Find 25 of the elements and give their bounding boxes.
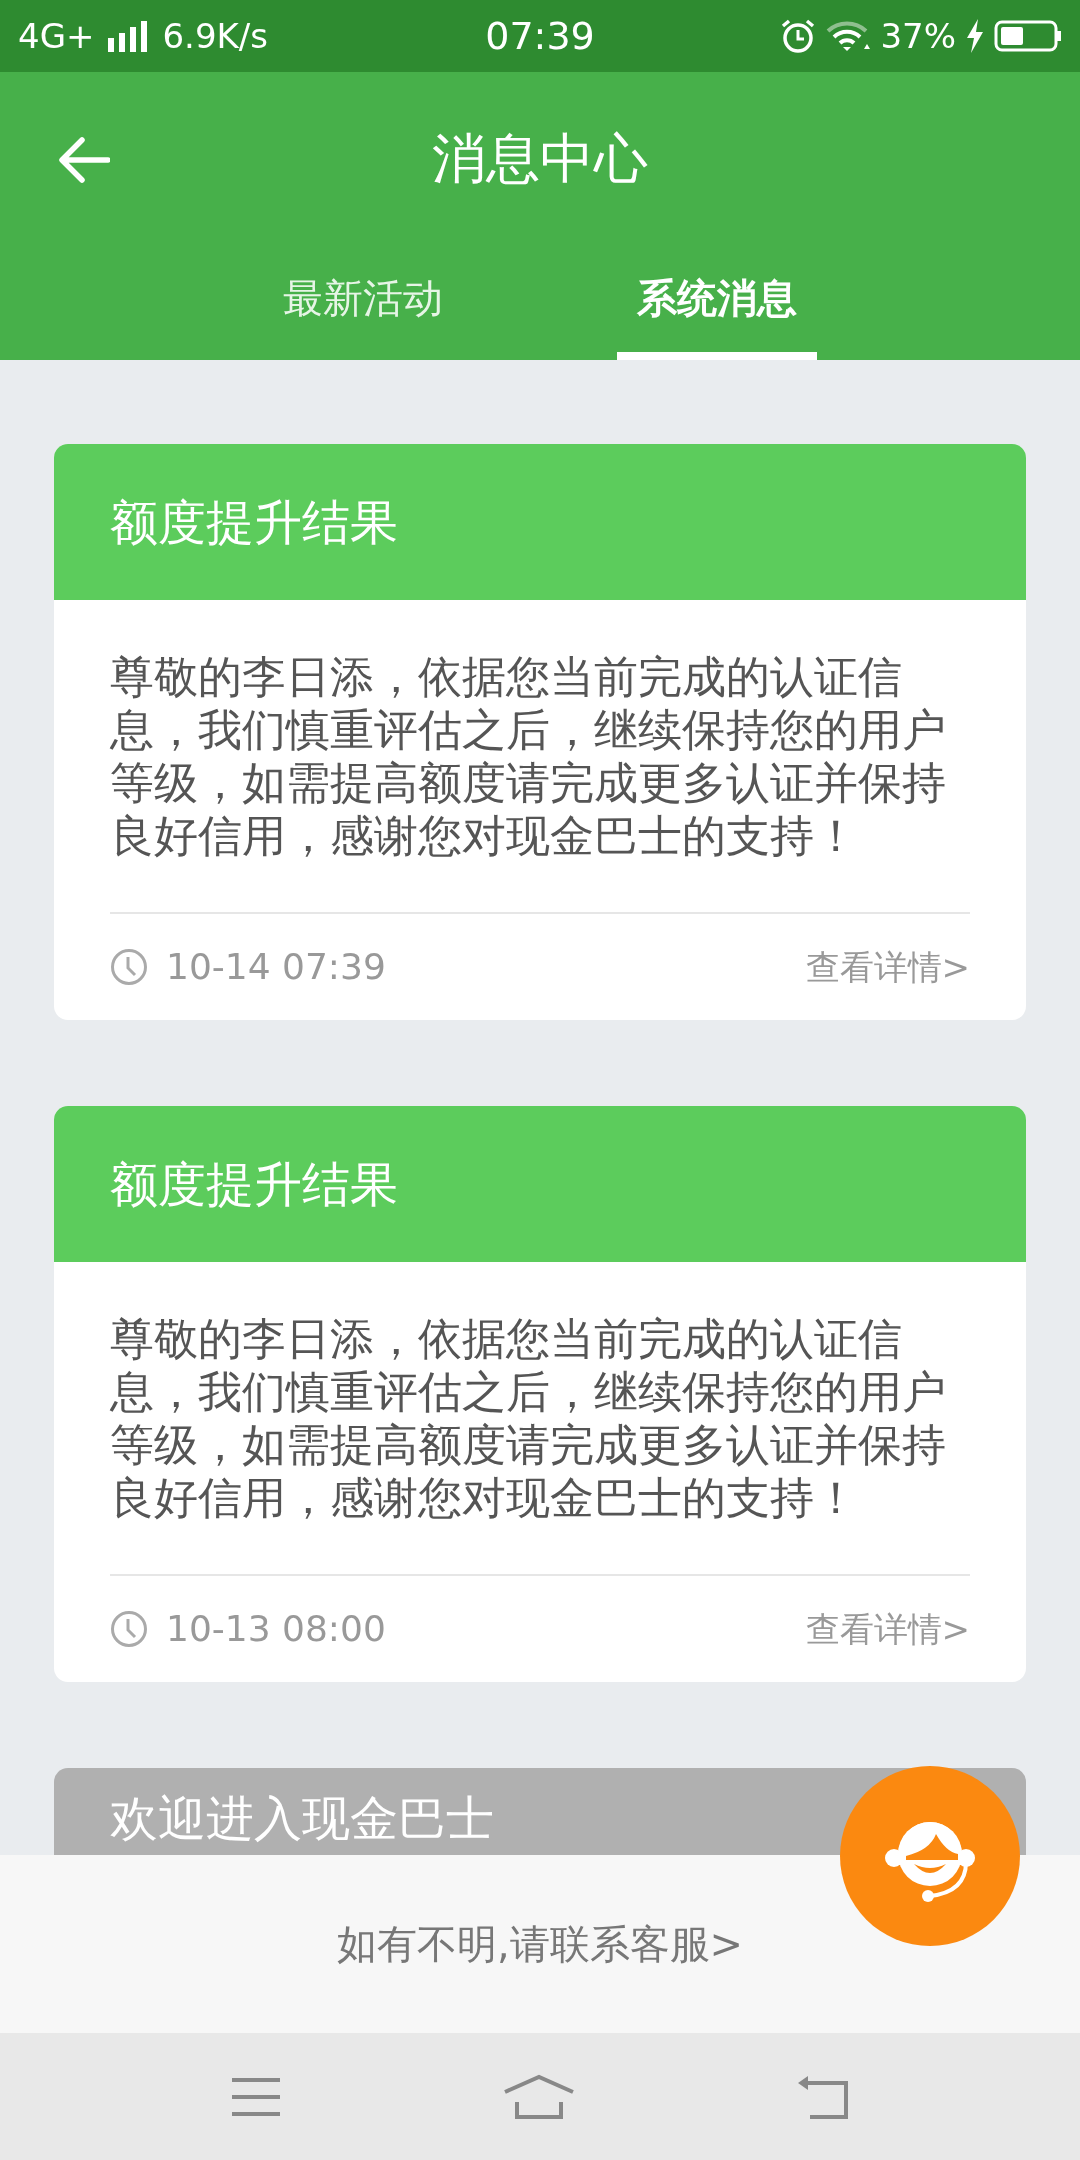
contact-support-link[interactable]: 如有不明,请联系客服> [336,1914,744,1974]
message-time: 10-13 08:00 [166,1607,386,1651]
home-icon[interactable] [503,2073,575,2120]
charging-icon [966,19,984,53]
message-text: 尊敬的李日添，依据您当前完成的认证信息，我们慎重评估之后，继续保持您的用户等级，如需提高额度请完成更多认证并保持良好信用，感谢您对现金巴士的支持！ [109,1312,947,1525]
wifi-icon [826,19,871,53]
network-type: 4G+ [18,14,95,58]
menu-icon[interactable] [230,2076,283,2117]
view-details-link[interactable]: 查看详情> [805,941,970,993]
card-title: 额度提升结果 [110,493,398,552]
battery-percent: 37% [880,14,956,58]
card-title: 欢迎进入现金巴士 [110,1789,494,1848]
message-text: 尊敬的李日添，依据您当前完成的认证信息，我们慎重评估之后，继续保持您的用户等级，如需提高额度请完成更多认证并保持良好信用，感谢您对现金巴士的支持！ [109,650,947,863]
view-details-link[interactable]: 查看详情> [805,1603,970,1655]
clock-icon [110,1610,148,1648]
message-time: 10-14 07:39 [166,945,386,989]
clock: 07:39 [485,12,595,60]
tab[interactable]: 系统消息 [617,244,817,360]
clock-icon [110,948,148,986]
card-title: 额度提升结果 [110,1155,398,1214]
page-title: 消息中心 [432,125,648,192]
network-speed: 6.9K/s [162,14,268,58]
alarm-icon [780,18,817,54]
tab[interactable]: 最新活动 [263,244,463,360]
battery-icon [994,20,1062,52]
